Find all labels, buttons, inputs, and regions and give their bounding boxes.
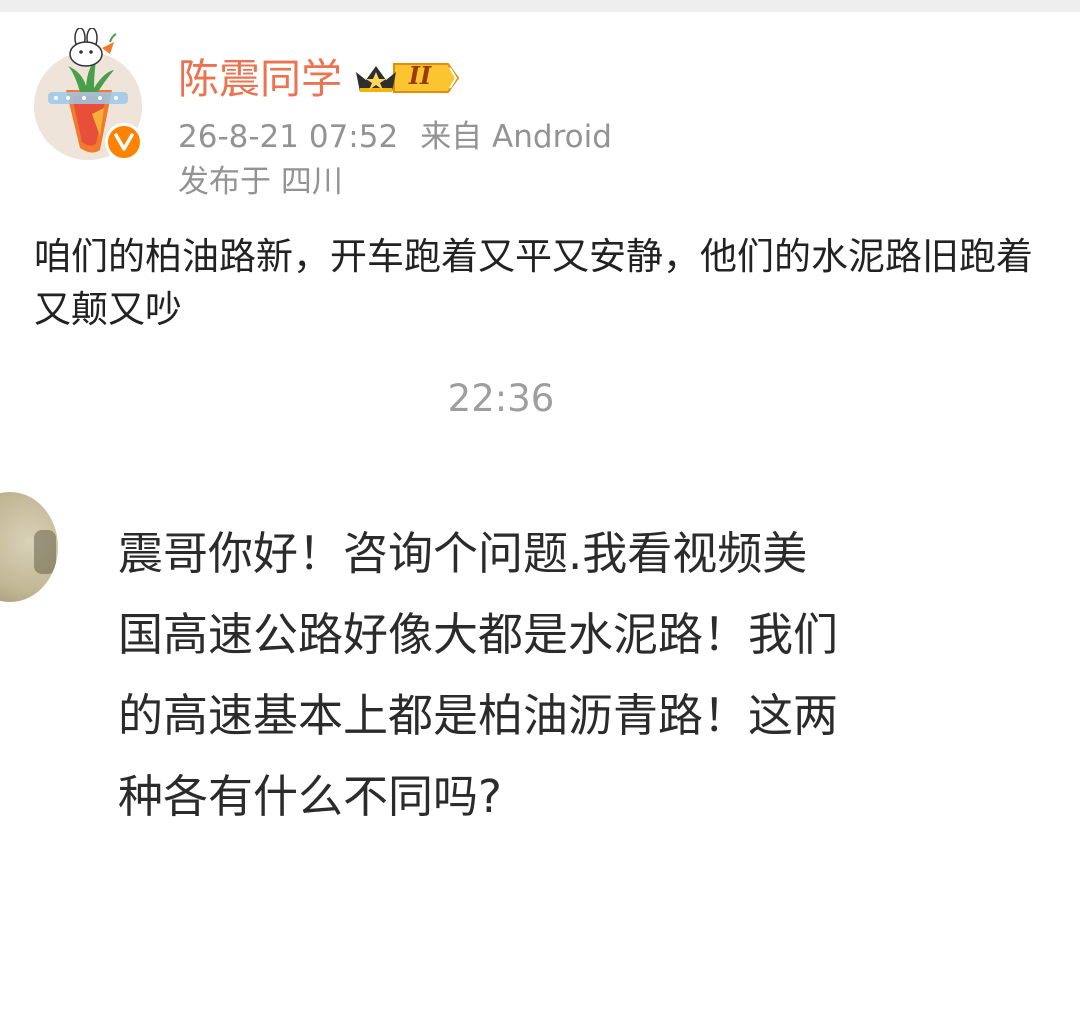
post-location: 发布于 四川 xyxy=(178,164,343,200)
post-time: 26-8-21 07:52 xyxy=(178,119,399,155)
post-source: 来自 Android xyxy=(420,119,612,155)
sender-avatar[interactable] xyxy=(0,492,58,602)
post-meta: 26-8-21 07:52 来自 Android xyxy=(178,117,612,157)
top-divider xyxy=(0,0,1080,12)
chat-timestamp: 22:36 xyxy=(447,377,555,420)
bunny-icon xyxy=(69,28,117,67)
verified-v-icon xyxy=(105,123,143,161)
author-name[interactable]: 陈震同学 xyxy=(178,52,342,106)
vip-level-label: II xyxy=(408,61,432,90)
chat-message: 震哥你好！咨询个问题.我看视频美国高速公路好像大都是水泥路！我们的高速基本上都是… xyxy=(118,527,839,823)
crown-vip-badge-icon[interactable] xyxy=(352,58,460,98)
post-body: 咱们的柏油路新，开车跑着又平又安静，他们的水泥路旧跑着又颠又吵 xyxy=(34,235,1033,331)
